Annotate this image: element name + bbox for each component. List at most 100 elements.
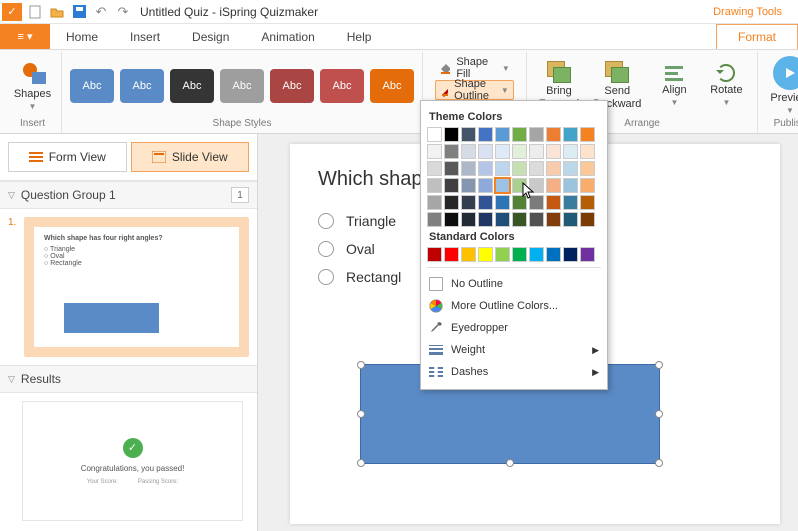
color-swatch[interactable] (444, 247, 459, 262)
color-swatch[interactable] (495, 144, 510, 159)
shape-style-swatch[interactable]: Abc (270, 69, 314, 103)
color-swatch[interactable] (512, 212, 527, 227)
color-swatch[interactable] (495, 212, 510, 227)
redo-icon[interactable]: ↷ (112, 1, 134, 23)
color-swatch[interactable] (478, 161, 493, 176)
resize-handle-e[interactable] (655, 410, 663, 418)
color-swatch[interactable] (512, 178, 527, 193)
color-swatch[interactable] (563, 178, 578, 193)
preview-button[interactable]: Preview▼ (766, 54, 798, 117)
color-swatch[interactable] (478, 195, 493, 210)
color-swatch[interactable] (444, 161, 459, 176)
color-swatch[interactable] (461, 247, 476, 262)
color-swatch[interactable] (546, 127, 561, 142)
color-swatch[interactable] (563, 247, 578, 262)
color-swatch[interactable] (427, 161, 442, 176)
slide-view-button[interactable]: Slide View (131, 142, 250, 172)
save-icon[interactable] (68, 1, 90, 23)
color-swatch[interactable] (529, 195, 544, 210)
color-swatch[interactable] (529, 161, 544, 176)
color-swatch[interactable] (461, 144, 476, 159)
color-swatch[interactable] (495, 247, 510, 262)
results-thumbnail[interactable]: ✓ Congratulations, you passed! Your Scor… (22, 401, 243, 521)
color-swatch[interactable] (495, 178, 510, 193)
undo-icon[interactable]: ↶ (90, 1, 112, 23)
color-swatch[interactable] (580, 178, 595, 193)
more-colors-item[interactable]: More Outline Colors... (427, 295, 601, 317)
shape-style-swatch[interactable]: Abc (120, 69, 164, 103)
color-swatch[interactable] (461, 178, 476, 193)
color-swatch[interactable] (546, 212, 561, 227)
results-header[interactable]: ▽ Results (0, 365, 257, 393)
shapes-button[interactable]: Shapes▼ (10, 58, 56, 113)
color-swatch[interactable] (427, 144, 442, 159)
color-swatch[interactable] (495, 195, 510, 210)
shape-fill-button[interactable]: Shape Fill▼ (435, 58, 514, 78)
color-swatch[interactable] (546, 178, 561, 193)
slide-thumbnail[interactable]: 1. Which shape has four right angles? ○ … (0, 209, 257, 365)
color-swatch[interactable] (427, 127, 442, 142)
color-swatch[interactable] (427, 178, 442, 193)
color-swatch[interactable] (529, 144, 544, 159)
color-swatch[interactable] (580, 144, 595, 159)
color-swatch[interactable] (529, 127, 544, 142)
color-swatch[interactable] (580, 247, 595, 262)
color-swatch[interactable] (444, 212, 459, 227)
color-swatch[interactable] (427, 247, 442, 262)
color-swatch[interactable] (495, 127, 510, 142)
color-swatch[interactable] (512, 127, 527, 142)
weight-item[interactable]: Weight▶ (427, 339, 601, 361)
color-swatch[interactable] (461, 127, 476, 142)
eyedropper-item[interactable]: Eyedropper (427, 317, 601, 339)
color-swatch[interactable] (529, 212, 544, 227)
color-swatch[interactable] (495, 161, 510, 176)
dashes-item[interactable]: Dashes▶ (427, 361, 601, 383)
rotate-button[interactable]: Rotate▼ (703, 62, 749, 109)
color-swatch[interactable] (478, 144, 493, 159)
color-swatch[interactable] (461, 195, 476, 210)
color-swatch[interactable] (546, 144, 561, 159)
color-swatch[interactable] (444, 178, 459, 193)
tab-help[interactable]: Help (331, 24, 388, 49)
color-swatch[interactable] (512, 247, 527, 262)
resize-handle-nw[interactable] (357, 361, 365, 369)
align-button[interactable]: Align▼ (651, 62, 697, 109)
shape-style-swatch[interactable]: Abc (220, 69, 264, 103)
color-swatch[interactable] (529, 178, 544, 193)
new-doc-icon[interactable] (24, 1, 46, 23)
shape-style-swatch[interactable]: Abc (320, 69, 364, 103)
color-swatch[interactable] (580, 212, 595, 227)
color-swatch[interactable] (478, 178, 493, 193)
resize-handle-s[interactable] (506, 459, 514, 467)
color-swatch[interactable] (529, 247, 544, 262)
color-swatch[interactable] (444, 127, 459, 142)
form-view-button[interactable]: Form View (8, 142, 127, 172)
color-swatch[interactable] (478, 247, 493, 262)
color-swatch[interactable] (444, 195, 459, 210)
color-swatch[interactable] (580, 127, 595, 142)
color-swatch[interactable] (512, 161, 527, 176)
tab-animation[interactable]: Animation (245, 24, 330, 49)
no-outline-item[interactable]: No Outline (427, 273, 601, 295)
color-swatch[interactable] (563, 161, 578, 176)
tab-design[interactable]: Design (176, 24, 245, 49)
color-swatch[interactable] (546, 247, 561, 262)
color-swatch[interactable] (478, 127, 493, 142)
open-icon[interactable] (46, 1, 68, 23)
shape-outline-button[interactable]: Shape Outline▼ (435, 80, 514, 100)
color-swatch[interactable] (580, 161, 595, 176)
shape-style-swatch[interactable]: Abc (370, 69, 414, 103)
question-group-header[interactable]: ▽ Question Group 1 1 (0, 181, 257, 209)
color-swatch[interactable] (580, 195, 595, 210)
color-swatch[interactable] (427, 212, 442, 227)
shape-style-swatch[interactable]: Abc (70, 69, 114, 103)
color-swatch[interactable] (478, 212, 493, 227)
tab-insert[interactable]: Insert (114, 24, 176, 49)
color-swatch[interactable] (563, 144, 578, 159)
resize-handle-w[interactable] (357, 410, 365, 418)
resize-handle-ne[interactable] (655, 361, 663, 369)
color-swatch[interactable] (563, 195, 578, 210)
shape-style-swatch[interactable]: Abc (170, 69, 214, 103)
resize-handle-se[interactable] (655, 459, 663, 467)
tab-home[interactable]: Home (50, 24, 114, 49)
